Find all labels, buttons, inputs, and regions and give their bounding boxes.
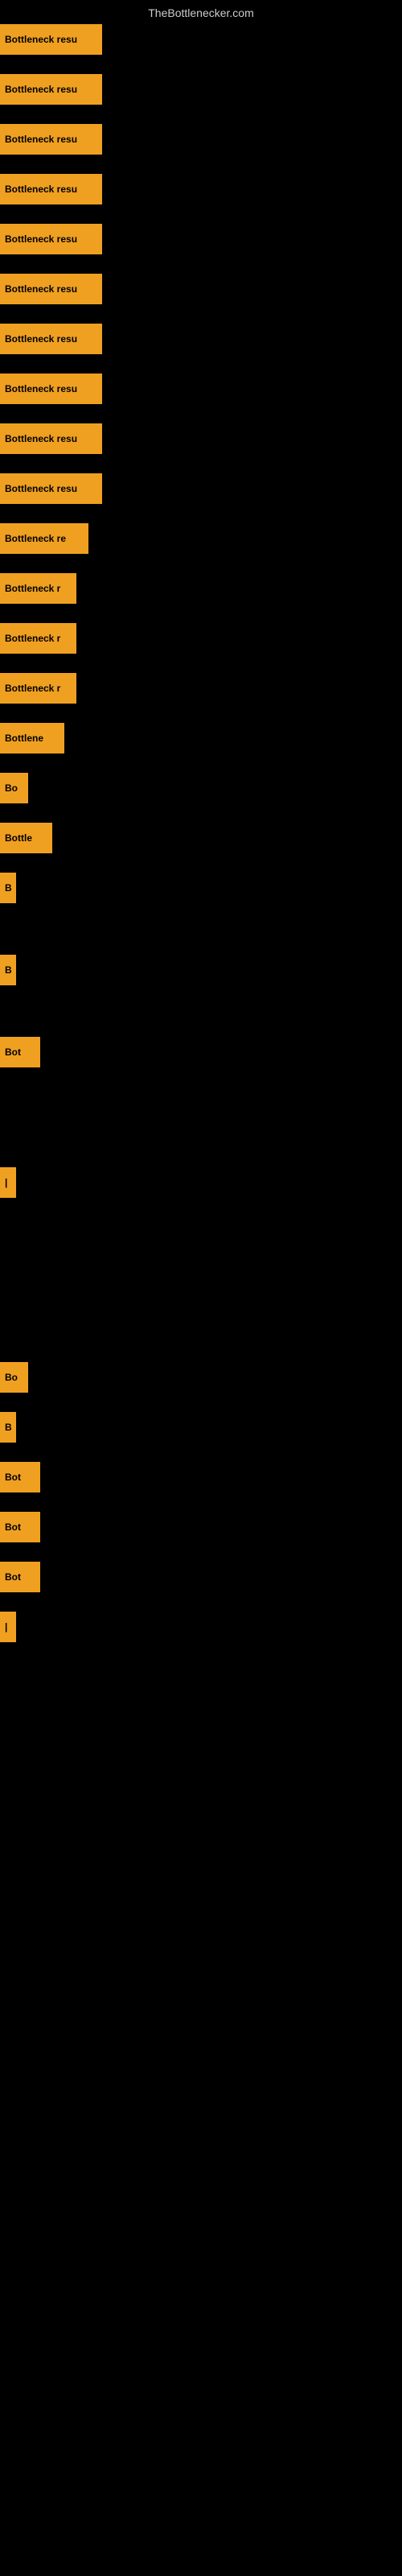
bottleneck-label: Bottleneck r bbox=[0, 673, 76, 704]
bottleneck-bar bbox=[102, 174, 402, 204]
bottleneck-bar bbox=[76, 623, 402, 654]
bottleneck-label: Bottleneck r bbox=[0, 573, 76, 604]
bottleneck-bar bbox=[102, 374, 402, 404]
list-item: Bot bbox=[0, 1037, 402, 1067]
bottleneck-bar bbox=[40, 1037, 402, 1067]
bottleneck-label: Bot bbox=[0, 1462, 40, 1492]
list-item: Bottleneck resu bbox=[0, 24, 402, 55]
bottleneck-bar bbox=[102, 74, 402, 105]
bottleneck-bar bbox=[16, 1412, 402, 1443]
list-item: Bottlene bbox=[0, 723, 402, 753]
bottleneck-bar bbox=[64, 723, 402, 753]
list-item: Bottleneck resu bbox=[0, 274, 402, 304]
bottleneck-label: Bot bbox=[0, 1562, 40, 1592]
bottleneck-label: Bo bbox=[0, 773, 28, 803]
bottleneck-bar bbox=[40, 1562, 402, 1592]
bottleneck-label: Bottleneck resu bbox=[0, 74, 102, 105]
list-item: Bottleneck resu bbox=[0, 473, 402, 504]
list-item: Bottleneck resu bbox=[0, 74, 402, 105]
bottleneck-bar bbox=[76, 573, 402, 604]
bottleneck-label: | bbox=[0, 1167, 16, 1198]
list-item: | bbox=[0, 1167, 402, 1198]
bottleneck-label: B bbox=[0, 1412, 16, 1443]
bottleneck-label: Bottleneck resu bbox=[0, 324, 102, 354]
bottleneck-label: Bo bbox=[0, 1362, 28, 1393]
bottleneck-bar bbox=[16, 1612, 402, 1642]
site-title: TheBottlenecker.com bbox=[0, 0, 402, 23]
bottleneck-label: Bottleneck resu bbox=[0, 423, 102, 454]
list-item: Bo bbox=[0, 773, 402, 803]
list-item: Bottleneck resu bbox=[0, 324, 402, 354]
bottleneck-bar bbox=[102, 324, 402, 354]
bottleneck-bar bbox=[28, 773, 402, 803]
list-item: Bot bbox=[0, 1462, 402, 1492]
list-item: Bottle bbox=[0, 823, 402, 853]
bottleneck-bar bbox=[40, 1462, 402, 1492]
bottleneck-bar bbox=[16, 873, 402, 903]
list-item: Bottleneck re bbox=[0, 523, 402, 554]
bottleneck-bar bbox=[28, 1362, 402, 1393]
list-item: B bbox=[0, 955, 402, 985]
bottleneck-label: Bottlene bbox=[0, 723, 64, 753]
list-item: Bottleneck resu bbox=[0, 174, 402, 204]
bottleneck-bar bbox=[16, 955, 402, 985]
list-item: B bbox=[0, 1412, 402, 1443]
bottleneck-label: Bottleneck resu bbox=[0, 124, 102, 155]
bottleneck-label: Bottleneck resu bbox=[0, 224, 102, 254]
bottleneck-bar bbox=[16, 1167, 402, 1198]
bottleneck-label: Bottleneck resu bbox=[0, 374, 102, 404]
list-item: Bottleneck resu bbox=[0, 224, 402, 254]
list-item: B bbox=[0, 873, 402, 903]
bottleneck-label: Bottleneck resu bbox=[0, 174, 102, 204]
bottleneck-bar bbox=[52, 823, 402, 853]
list-item: Bottleneck r bbox=[0, 673, 402, 704]
list-item: Bottleneck resu bbox=[0, 374, 402, 404]
bottleneck-bar bbox=[102, 224, 402, 254]
bottleneck-bar bbox=[102, 423, 402, 454]
bottleneck-label: Bottleneck re bbox=[0, 523, 88, 554]
bottleneck-label: B bbox=[0, 955, 16, 985]
bottleneck-bar bbox=[76, 673, 402, 704]
list-item: Bottleneck resu bbox=[0, 423, 402, 454]
list-item: Bottleneck r bbox=[0, 623, 402, 654]
bottleneck-label: Bot bbox=[0, 1037, 40, 1067]
bottleneck-bar bbox=[102, 24, 402, 55]
bottleneck-bar bbox=[102, 274, 402, 304]
bottleneck-label: Bottleneck resu bbox=[0, 24, 102, 55]
list-item: Bot bbox=[0, 1562, 402, 1592]
bottleneck-bar bbox=[102, 473, 402, 504]
bottleneck-label: B bbox=[0, 873, 16, 903]
list-item: | bbox=[0, 1612, 402, 1642]
bottleneck-label: Bottle bbox=[0, 823, 52, 853]
bottleneck-label: Bottleneck resu bbox=[0, 473, 102, 504]
list-item: Bo bbox=[0, 1362, 402, 1393]
list-item: Bot bbox=[0, 1512, 402, 1542]
bottleneck-label: Bottleneck r bbox=[0, 623, 76, 654]
bottleneck-label: Bottleneck resu bbox=[0, 274, 102, 304]
list-item: Bottleneck resu bbox=[0, 124, 402, 155]
bottleneck-bar bbox=[40, 1512, 402, 1542]
bottleneck-bar bbox=[88, 523, 402, 554]
bottleneck-label: | bbox=[0, 1612, 16, 1642]
list-item: Bottleneck r bbox=[0, 573, 402, 604]
bottleneck-bar bbox=[102, 124, 402, 155]
bottleneck-label: Bot bbox=[0, 1512, 40, 1542]
